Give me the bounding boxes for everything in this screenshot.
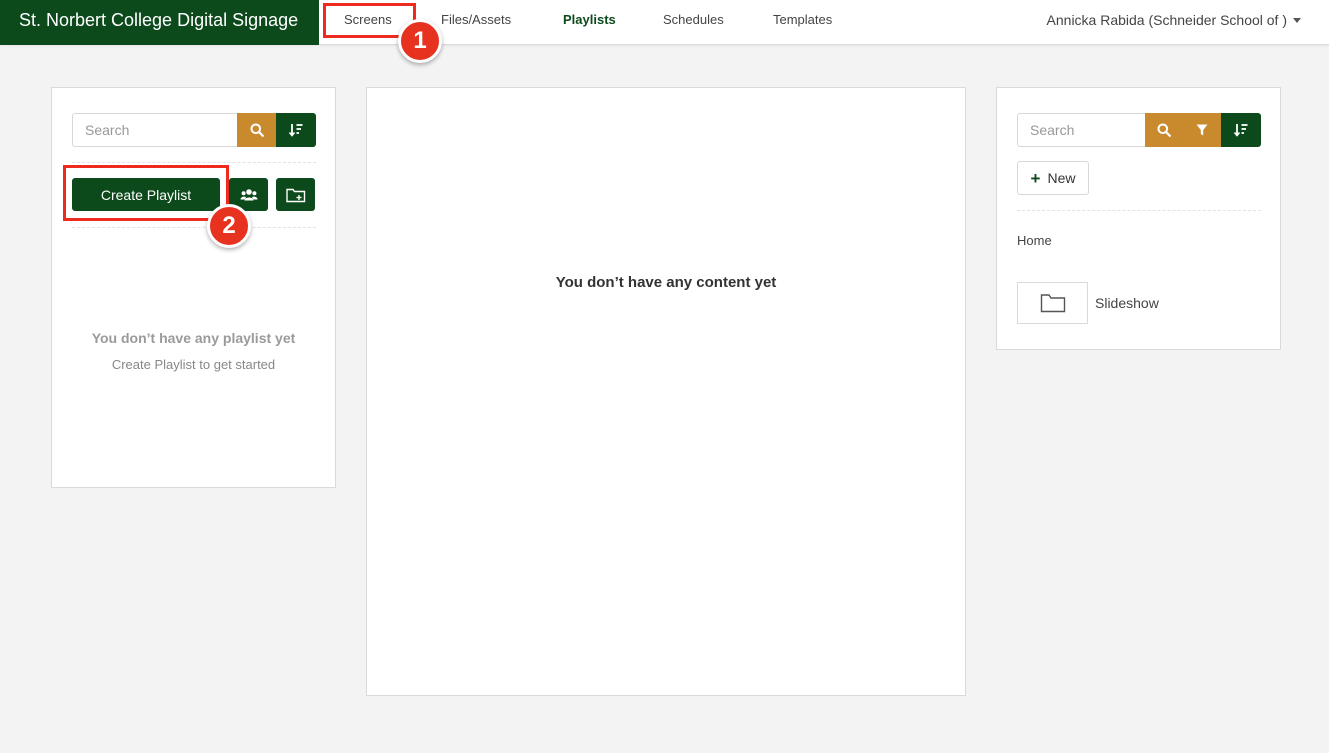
filter-icon xyxy=(1196,124,1208,136)
nav-tab-screens[interactable]: Screens xyxy=(344,0,392,41)
assets-filter-button[interactable] xyxy=(1183,113,1221,147)
new-button-label: New xyxy=(1047,170,1076,186)
new-asset-button[interactable]: + New xyxy=(1017,161,1089,195)
playlist-panel: Create Playlist You don’t have any playl… xyxy=(51,87,336,488)
assets-search-button[interactable] xyxy=(1145,113,1183,147)
nav-tab-playlists[interactable]: Playlists xyxy=(563,0,616,41)
create-playlist-button[interactable]: Create Playlist xyxy=(72,178,220,211)
top-navigation-bar: St. Norbert College Digital Signage Scre… xyxy=(0,0,1329,45)
playlist-sort-button[interactable] xyxy=(276,113,316,147)
annotation-badge-1: 1 xyxy=(398,19,442,63)
nav-tab-files-assets[interactable]: Files/Assets xyxy=(441,0,511,41)
assets-search-input[interactable] xyxy=(1017,113,1146,147)
breadcrumb-home[interactable]: Home xyxy=(1017,233,1052,248)
sort-icon xyxy=(288,124,303,137)
divider xyxy=(1017,210,1261,211)
assets-sort-button[interactable] xyxy=(1221,113,1261,147)
nav-tab-schedules[interactable]: Schedules xyxy=(663,0,724,41)
empty-playlist-title: You don’t have any playlist yet xyxy=(91,330,296,346)
search-icon xyxy=(1157,123,1171,137)
playlist-search-input[interactable] xyxy=(72,113,238,147)
divider xyxy=(72,162,316,163)
search-icon xyxy=(250,123,264,137)
plus-icon: + xyxy=(1030,168,1041,188)
folder-label-slideshow[interactable]: Slideshow xyxy=(1095,295,1159,311)
new-folder-button[interactable] xyxy=(276,178,315,211)
empty-playlist-subtitle: Create Playlist to get started xyxy=(111,357,276,372)
user-name: Annicka Rabida (Schneider School of ) xyxy=(1046,12,1287,28)
empty-content-text: You don’t have any content yet xyxy=(555,274,777,291)
caret-down-icon xyxy=(1293,17,1301,23)
folder-tile-slideshow[interactable] xyxy=(1017,282,1088,324)
user-menu[interactable]: Annicka Rabida (Schneider School of ) xyxy=(1047,0,1301,41)
annotation-badge-2: 2 xyxy=(207,204,251,248)
folder-plus-icon xyxy=(285,188,305,202)
content-preview-panel: You don’t have any content yet xyxy=(366,87,966,696)
sort-icon xyxy=(1233,124,1248,137)
brand-title[interactable]: St. Norbert College Digital Signage xyxy=(0,0,319,45)
users-icon xyxy=(240,188,257,200)
folder-icon xyxy=(1040,294,1065,313)
divider xyxy=(72,227,316,228)
playlist-search-button[interactable] xyxy=(237,113,276,147)
assets-panel: + New Home Slideshow xyxy=(996,87,1281,350)
nav-tab-templates[interactable]: Templates xyxy=(773,0,832,41)
